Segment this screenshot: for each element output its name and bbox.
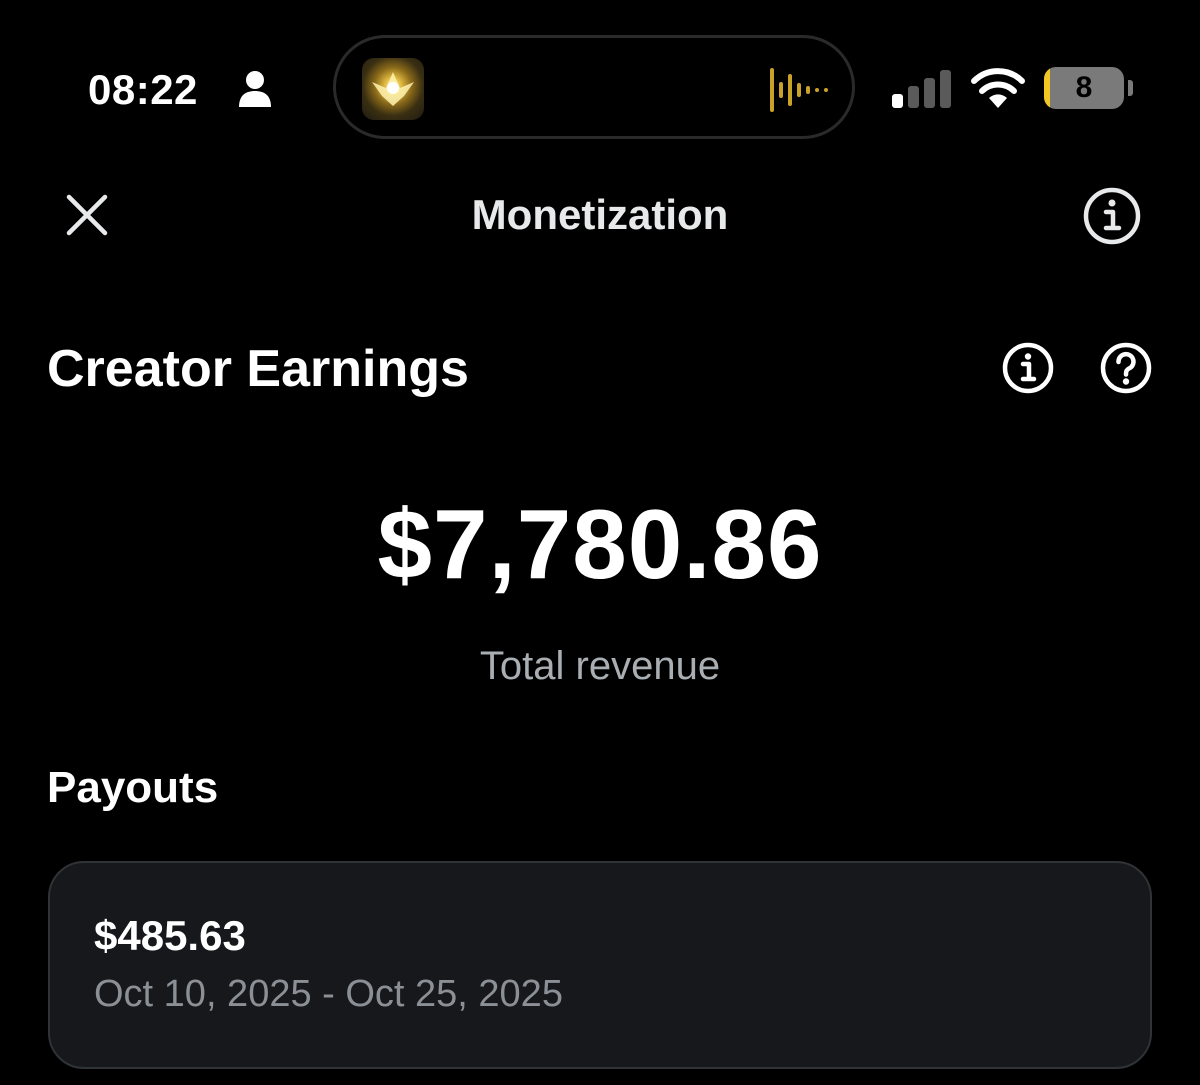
payouts-title: Payouts xyxy=(47,763,219,812)
info-icon[interactable] xyxy=(1082,186,1142,246)
status-time: 08:22 xyxy=(88,66,198,113)
now-playing-artwork[interactable] xyxy=(362,58,424,120)
audio-waveform-icon xyxy=(770,68,828,112)
page-title: Monetization xyxy=(471,191,729,238)
dynamic-island[interactable] xyxy=(333,35,855,139)
cellular-signal-icon xyxy=(892,70,951,108)
help-icon[interactable] xyxy=(1099,341,1153,395)
total-revenue-amount: $7,780.86 xyxy=(377,489,823,599)
payout-card[interactable]: $485.63 Oct 10, 2025 - Oct 25, 2025 xyxy=(48,861,1152,1069)
payout-amount: $485.63 xyxy=(94,912,246,959)
battery-icon: 8 xyxy=(1044,67,1134,109)
person-icon xyxy=(239,71,271,107)
creator-earnings-title: Creator Earnings xyxy=(47,340,469,398)
wifi-icon xyxy=(971,68,1025,108)
creator-earnings-info-icon[interactable] xyxy=(1001,341,1055,395)
payout-date-range: Oct 10, 2025 - Oct 25, 2025 xyxy=(94,973,563,1015)
battery-level: 8 xyxy=(1075,71,1093,104)
total-revenue-label: Total revenue xyxy=(479,644,721,688)
